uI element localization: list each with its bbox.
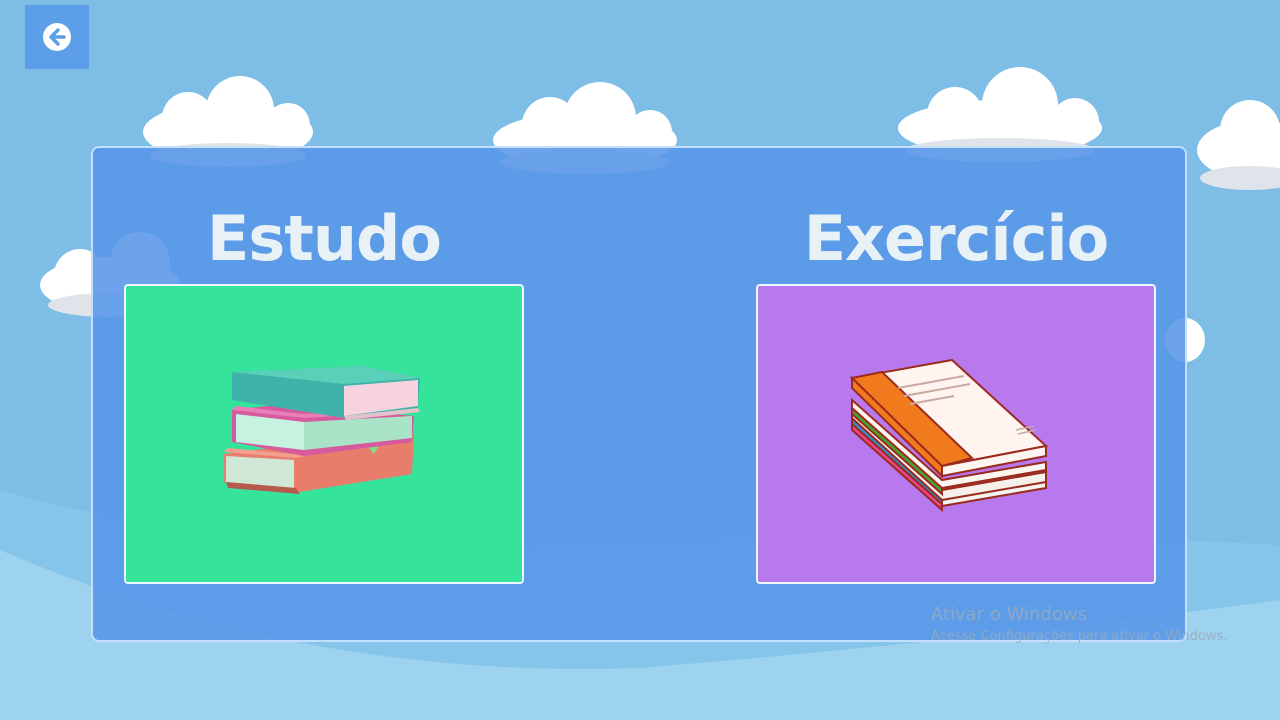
notebook-stack-icon — [849, 358, 1049, 513]
study-title: Estudo — [206, 202, 442, 275]
back-button[interactable] — [25, 5, 89, 69]
exercise-title: Exercício — [803, 202, 1110, 275]
windows-activation-watermark: Ativar o Windows Acesse Configurações pa… — [931, 603, 1227, 647]
menu-panel: Estudo Exercício — [91, 146, 1187, 642]
watermark-subtitle: Acesse Configurações para ativar o Windo… — [931, 629, 1228, 644]
study-card[interactable] — [124, 284, 524, 584]
watermark-title: Ativar o Windows — [931, 604, 1087, 625]
book-stack-icon — [224, 366, 420, 494]
arrow-left-circle-icon — [43, 23, 71, 51]
exercise-card[interactable] — [756, 284, 1156, 584]
